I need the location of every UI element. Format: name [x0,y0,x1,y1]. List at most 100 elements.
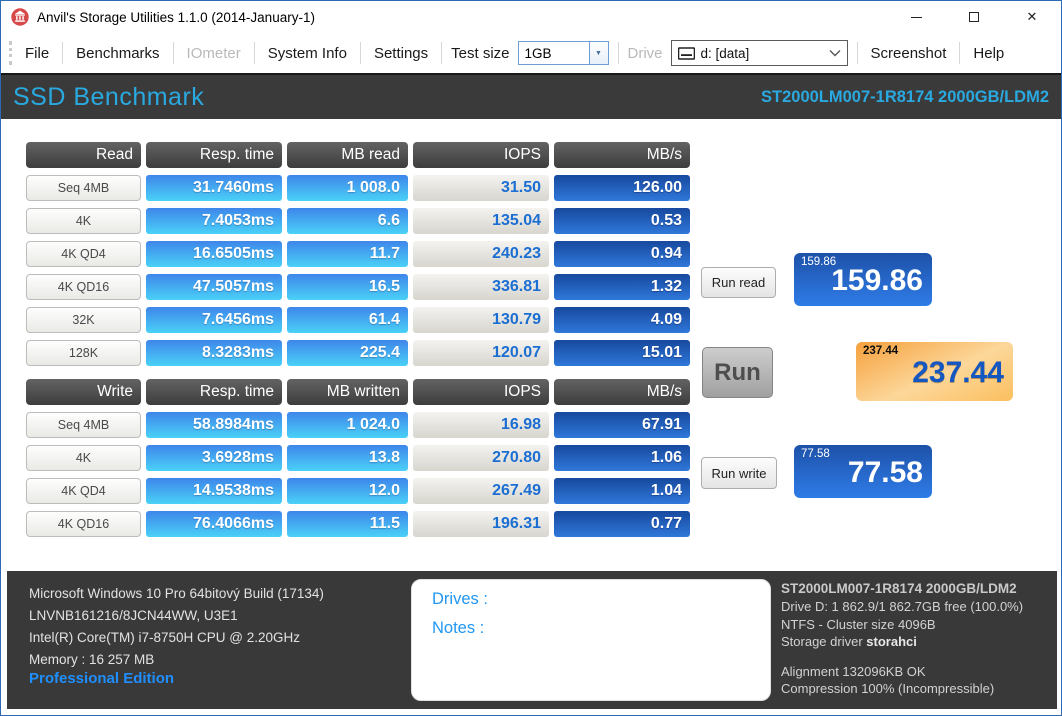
table-header-cell: Read [26,142,141,168]
maximize-button[interactable] [945,1,1003,33]
iops-cell: 31.50 [413,175,549,201]
menu-file[interactable]: File [21,45,53,62]
row-label: 4K [26,445,141,471]
mb-cell: 11.7 [287,241,408,267]
storage-driver-line: Storage driver storahci [781,633,1023,651]
menu-separator [959,42,961,64]
machine-line: LNVNB161216/8JCN44WW, U3E1 [29,608,238,623]
menu-bar: File Benchmarks IOmeter System Info Sett… [1,33,1061,73]
table-header-cell: MB written [287,379,408,405]
row-label: 4K [26,208,141,234]
table-header-cell: Resp. time [146,379,282,405]
drive-select[interactable]: d: [data] [670,40,848,66]
window-title: Anvil's Storage Utilities 1.1.0 (2014-Ja… [37,9,315,25]
drive-icon [677,46,695,60]
menu-screenshot[interactable]: Screenshot [867,45,951,62]
drive-info-title: ST2000LM007-1R8174 2000GB/LDM2 [781,581,1017,596]
drive-select-value: d: [data] [700,45,750,61]
drive-info-block: ST2000LM007-1R8174 2000GB/LDM2 Drive D: … [781,579,1023,698]
menu-separator [441,42,443,64]
toolbar-grip[interactable] [9,41,12,65]
mb-cell: 225.4 [287,340,408,366]
iops-cell: 130.79 [413,307,549,333]
compression-line: Compression 100% (Incompressible) [781,681,995,696]
menu-separator [617,42,619,64]
menu-settings[interactable]: Settings [370,45,432,62]
menu-separator [62,42,64,64]
notes-label: Notes : [432,619,485,637]
table-header-cell: Write [26,379,141,405]
row-label: 4K QD4 [26,478,141,504]
total-score-box: 237.44 237.44 [856,342,1013,401]
drives-notes-box[interactable]: Drives : Notes : [411,579,771,701]
iops-cell: 336.81 [413,274,549,300]
drive-fs-line: NTFS - Cluster size 4096B [781,616,936,632]
mb-cell: 13.8 [287,445,408,471]
chevron-down-icon [829,50,841,57]
mbs-cell: 1.06 [554,445,690,471]
resp-time-cell: 76.4066ms [146,511,282,537]
mb-cell: 16.5 [287,274,408,300]
iops-cell: 196.31 [413,511,549,537]
cpu-line: Intel(R) Core(TM) i7-8750H CPU @ 2.20GHz [29,630,301,645]
iops-cell: 270.80 [413,445,549,471]
row-label: 32K [26,307,141,333]
iops-cell: 267.49 [413,478,549,504]
menu-system-info[interactable]: System Info [264,45,351,62]
write-score-small: 77.58 [801,448,830,460]
drive-capacity-line: Drive D: 1 862.9/1 862.7GB free (100.0%) [781,599,1024,614]
mb-cell: 1 008.0 [287,175,408,201]
run-button[interactable]: Run [702,347,773,398]
test-size-select[interactable]: 1GB [517,41,590,65]
footer-panel: Microsoft Windows 10 Pro 64bitový Build … [7,571,1057,709]
row-label: 4K QD16 [26,511,141,537]
row-label: Seq 4MB [26,175,141,201]
menu-iometer: IOmeter [186,44,241,62]
minimize-button[interactable] [887,1,945,33]
row-label: 4K QD4 [26,241,141,267]
run-write-button[interactable]: Run write [701,457,777,489]
chevron-down-icon: ▼ [595,49,602,57]
mbs-cell: 0.94 [554,241,690,267]
mbs-cell: 0.53 [554,208,690,234]
app-window: Anvil's Storage Utilities 1.1.0 (2014-Ja… [0,0,1062,716]
mbs-cell: 1.04 [554,478,690,504]
menu-help[interactable]: Help [969,45,1008,62]
storage-driver-value: storahci [866,634,917,649]
menu-separator [172,42,174,64]
run-read-button[interactable]: Run read [701,267,776,298]
menu-separator [359,42,361,64]
mb-cell: 12.0 [287,478,408,504]
close-button[interactable]: ✕ [1003,1,1061,33]
resp-time-cell: 7.4053ms [146,208,282,234]
total-score-small: 237.44 [863,345,899,357]
iops-cell: 16.98 [413,412,549,438]
row-label: 128K [26,340,141,366]
test-size-label: Test size [451,44,510,62]
write-results-table: Write Resp. time MB written IOPS MB/s Seq 4MB… [26,379,690,537]
main-area: Read Resp. time MB read IOPS MB/s Seq 4MB 31.7… [1,119,1061,571]
title-bar: Anvil's Storage Utilities 1.1.0 (2014-Ja… [1,1,1061,33]
menu-separator [253,42,255,64]
app-logo-icon [11,8,29,26]
iops-cell: 240.23 [413,241,549,267]
resp-time-cell: 47.5057ms [146,274,282,300]
resp-time-cell: 7.6456ms [146,307,282,333]
maximize-icon [969,12,979,22]
table-header-cell: IOPS [413,379,549,405]
mbs-cell: 1.32 [554,274,690,300]
resp-time-cell: 14.9538ms [146,478,282,504]
row-label: Seq 4MB [26,412,141,438]
menu-benchmarks[interactable]: Benchmarks [72,45,163,62]
write-score-value: 77.58 [847,456,923,489]
memory-line: Memory : 16 257 MB [29,652,155,667]
mbs-cell: 4.09 [554,307,690,333]
mbs-cell: 0.77 [554,511,690,537]
mbs-cell: 126.00 [554,175,690,201]
mbs-cell: 67.91 [554,412,690,438]
test-size-dropdown-button[interactable]: ▼ [589,41,609,65]
minimize-icon [910,16,922,18]
iops-cell: 120.07 [413,340,549,366]
iops-cell: 135.04 [413,208,549,234]
